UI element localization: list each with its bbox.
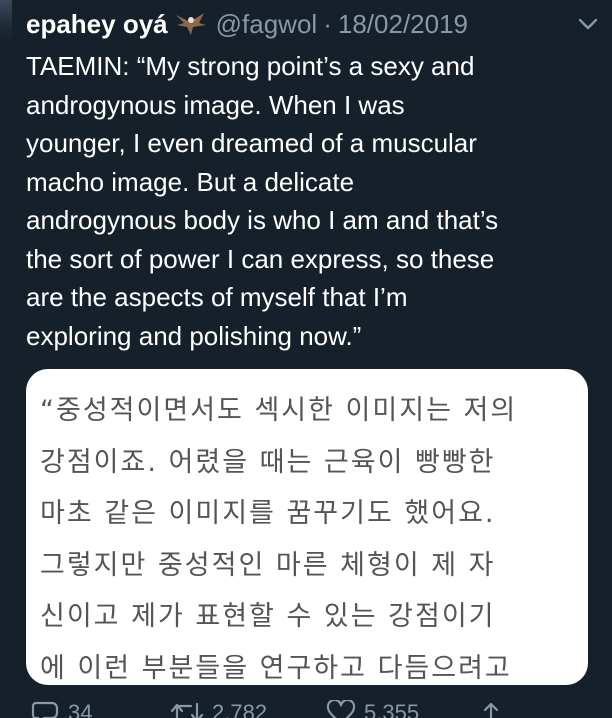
reply-count: 34 [68,700,93,718]
tweet-text-line: androgynous image. When I was [26,89,405,120]
display-name[interactable]: epahey oyá [26,9,168,40]
media-text-line: 그렇지만 중성적인 마른 체형이 제 자 [40,549,496,581]
tweet-media-image[interactable]: “중성적이면서도 섹시한 이미지는 저의 강점이죠. 어렸을 때는 근육이 빵빵… [26,369,588,685]
retweet-icon [170,702,204,718]
tweet-text-line: are the aspects of myself that I’m [26,282,408,312]
retweet-button[interactable]: 2,782 [170,700,267,718]
media-text-line: 마초 같은 이미지를 꿈꾸기도 했어요. [40,498,496,529]
tweet-text-line: TAEMIN: “My strong point’s a sexy and [26,51,475,81]
media-text-line: 강점이죠. 어렸을 때는 근육이 빵빵한 [40,446,496,478]
chevron-down-icon[interactable] [578,17,598,31]
share-icon [483,702,499,718]
eagle-icon [174,11,208,37]
media-quote-text: “중성적이면서도 섹시한 이미지는 저의 강점이죠. 어렸을 때는 근육이 빵빵… [40,385,517,685]
tweet-text-line: the sort of power I can express, so thes… [26,243,495,274]
tweet-text-line: younger, I even dreamed of a muscular [26,128,477,158]
tweet-actions: 34 2,782 5,355 [26,700,586,718]
avatar[interactable] [0,0,12,44]
handle[interactable]: @fagwol [216,9,318,40]
like-button[interactable]: 5,355 [326,700,419,718]
tweet-header: epahey oyá @fagwol · 18/02/2019 [26,4,598,44]
retweet-count: 2,782 [212,700,268,718]
tweet-text-line: exploring and polishing now.” [26,320,362,351]
separator-dot: · [323,8,332,39]
heart-icon [326,700,356,718]
tweet-text-line: macho image. But a delicate [26,166,355,197]
media-text-line: “중성적이면서도 섹시한 이미지는 저의 [40,395,518,426]
like-count: 5,355 [364,700,420,718]
reply-icon [31,701,59,718]
tweet-text: TAEMIN: “My strong point’s a sexy and an… [26,47,598,355]
tweet-text-line: androgynous body is who I am and that’s [26,205,499,235]
media-text-line: 에 이런 부분들을 연구하고 다듬으려고 [40,652,512,684]
media-text-line: 신이고 제가 표현할 수 있는 강점이기 [40,601,496,632]
reply-button[interactable]: 34 [30,700,92,718]
tweet-date[interactable]: 18/02/2019 [338,9,468,40]
share-button[interactable] [478,700,504,718]
